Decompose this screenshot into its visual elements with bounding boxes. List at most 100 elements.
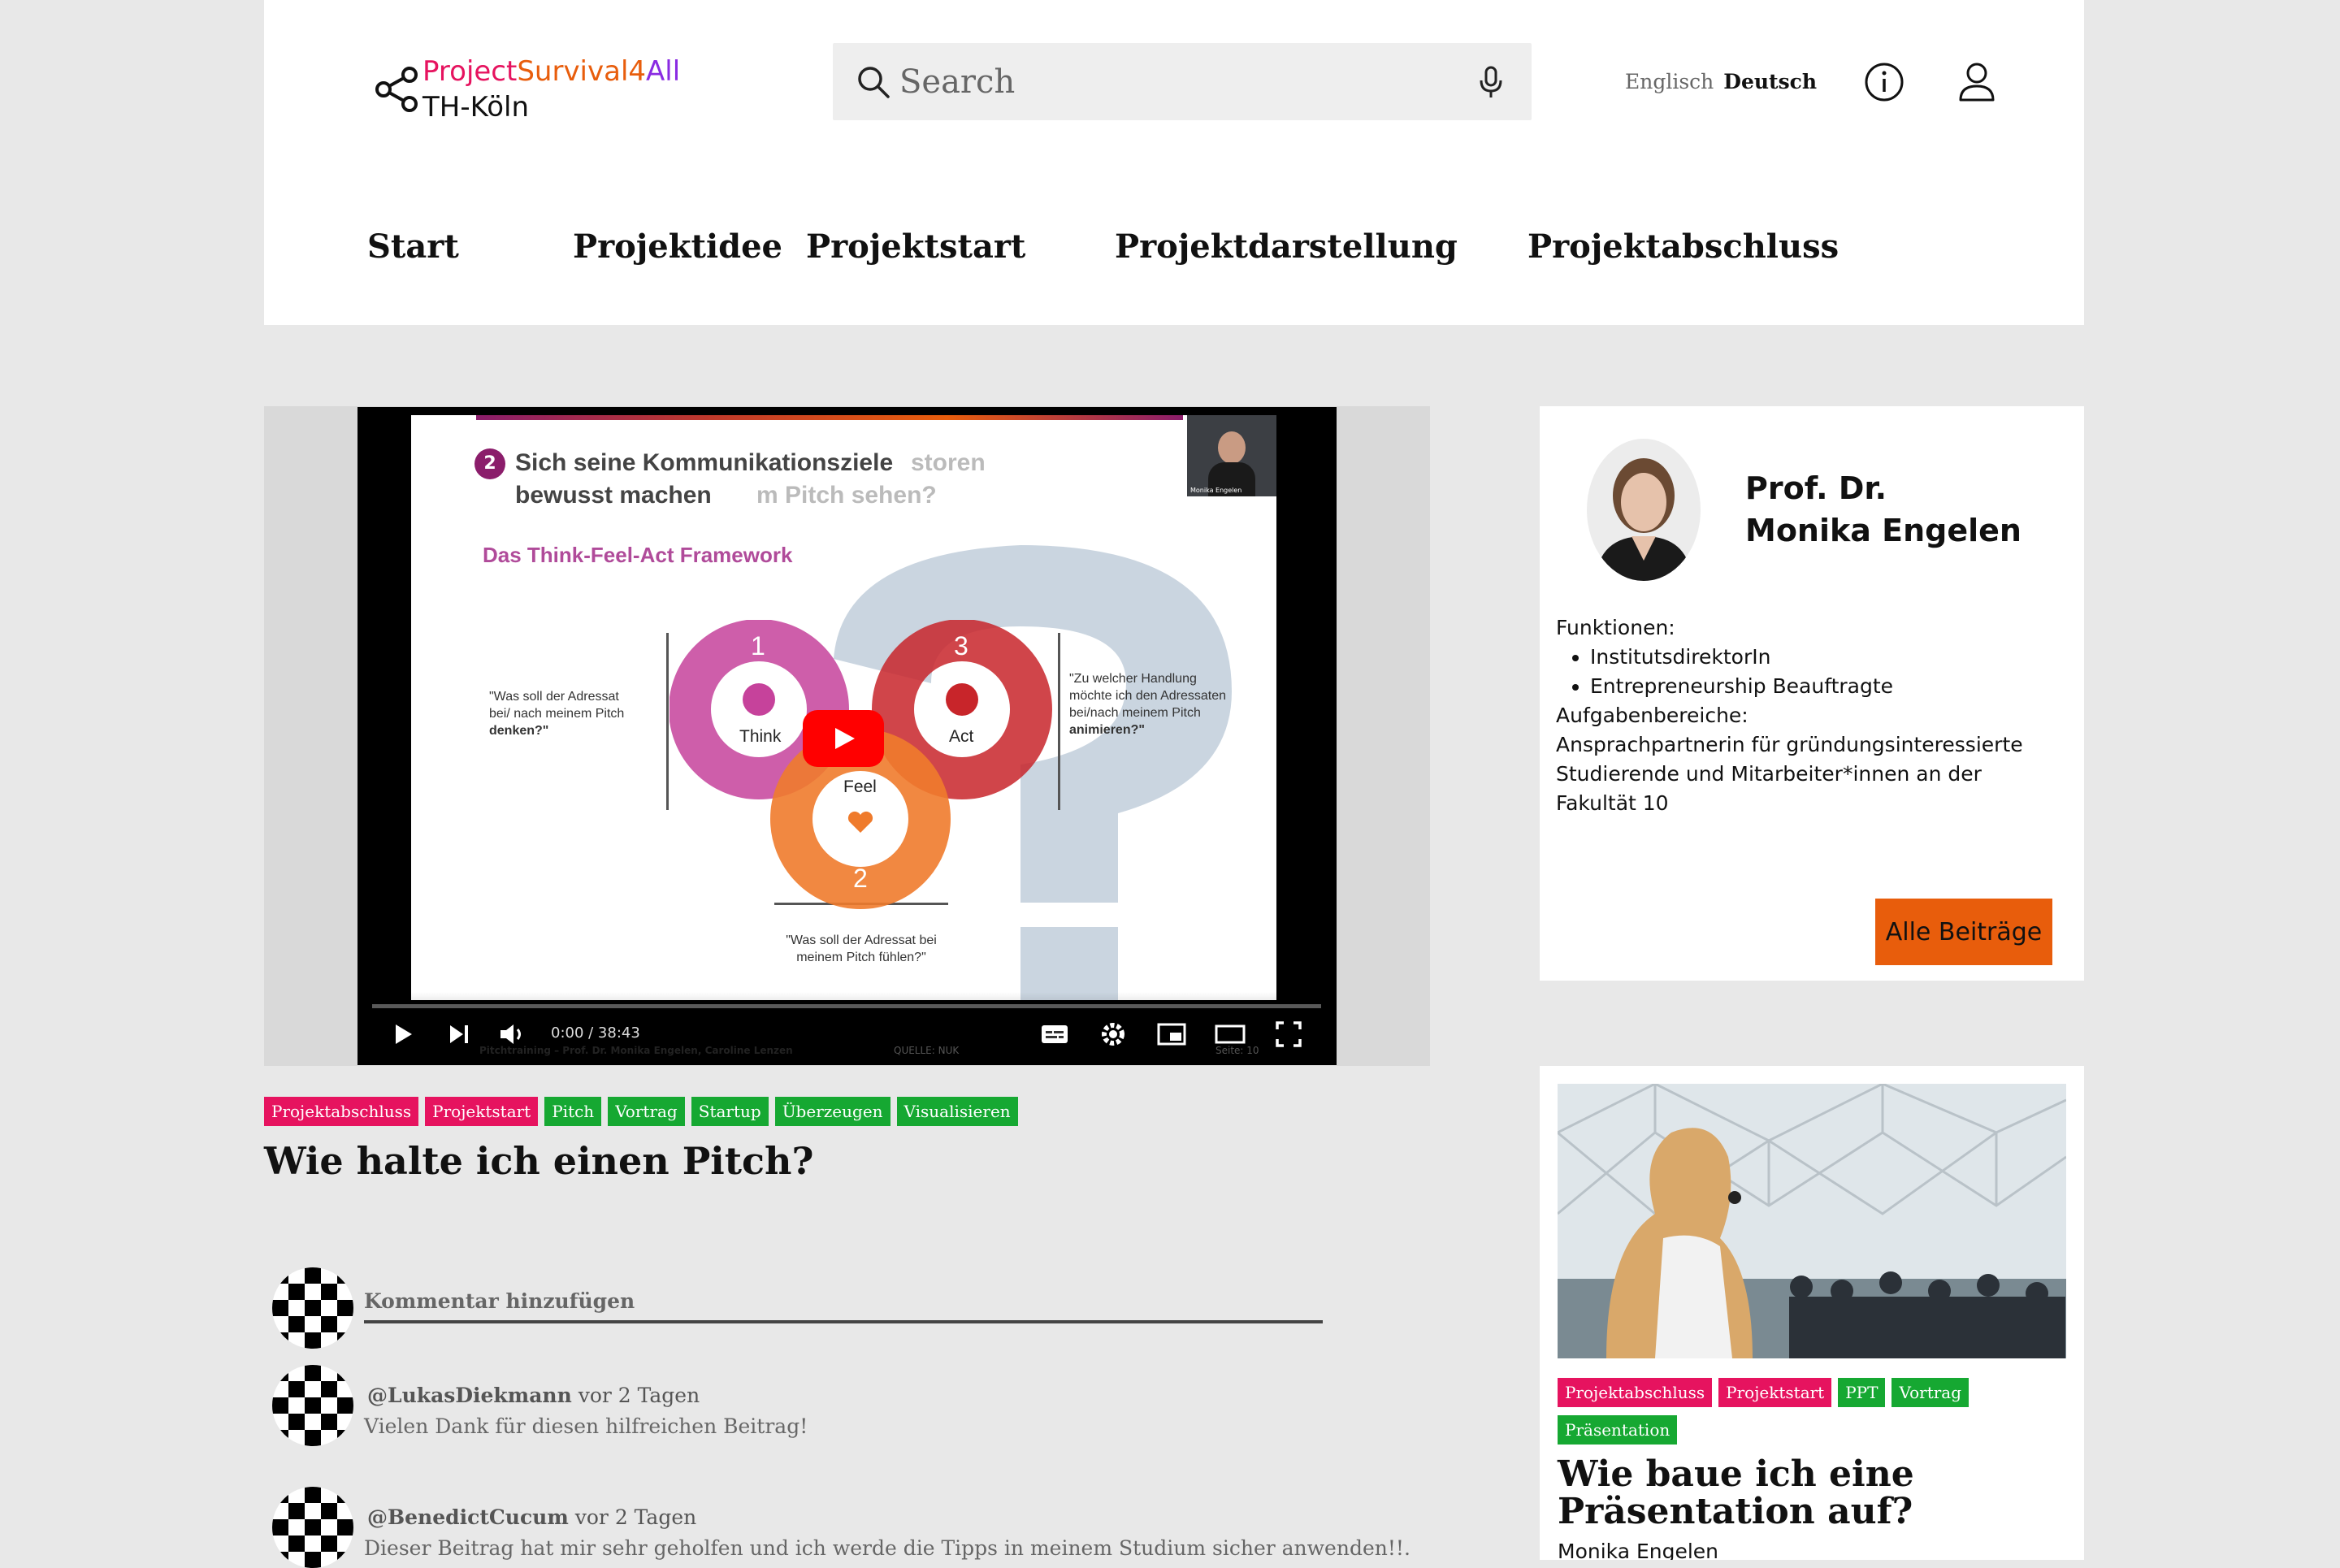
tag-visualisieren[interactable]: Visualisieren [896,1097,1018,1126]
video-player[interactable]: Monika Engelen 2 Sich seine Kommunikatio… [358,407,1337,1065]
think-q3: denken?" [489,724,549,738]
video-progress-bar[interactable] [372,1004,1321,1008]
tag-projektstart[interactable]: Projektstart [425,1097,539,1126]
video-frame: Monika Engelen 2 Sich seine Kommunikatio… [411,415,1276,1000]
search-input[interactable] [898,58,1454,106]
article-title[interactable]: Wie baue ich eine Präsentation auf? [1558,1456,2069,1531]
search-bar [833,43,1532,120]
act-question: "Zu welcher Handlung möchte ich den Adre… [1069,670,1226,739]
author-name-line2: Monika Engelen [1745,513,2022,548]
think-number: 1 [751,631,765,661]
comment-time: vor 2 Tagen [578,1384,700,1407]
slide-color-bar [476,415,1183,420]
microphone-icon[interactable] [1475,64,1507,100]
webcam-label: Monika Engelen [1190,487,1242,494]
author-card: Prof. Dr. Monika Engelen Funktionen: Ins… [1540,406,2084,981]
act-number: 3 [954,631,968,661]
feel-number: 2 [853,864,868,893]
tag-projektabschluss[interactable]: Projektabschluss [1558,1378,1713,1407]
comment-text: Vielen Dank für diesen hilfreichen Beitr… [364,1414,808,1438]
areas-text: Ansprachpartnerin für gründungsinteressi… [1556,733,2023,815]
act-q3: bei/nach meinem Pitch [1069,706,1201,720]
comment-header: @BenedictCucum vor 2 Tagen [367,1505,696,1529]
act-q1: "Zu welcher Handlung [1069,672,1197,686]
settings-gear-icon[interactable] [1097,1018,1129,1050]
lang-german[interactable]: Deutsch [1723,70,1817,93]
nav-projektidee[interactable]: Projektidee [573,227,782,266]
functions-list: InstitutsdirektorIn Entrepreneurship Bea… [1556,643,2068,701]
comment-user[interactable]: @LukasDiekmann [367,1384,572,1407]
lang-english[interactable]: Englisch [1625,70,1714,93]
comment-input[interactable] [364,1281,1323,1323]
tag-vortrag[interactable]: Vortrag [1892,1378,1970,1407]
webcam-overlay: Monika Engelen [1187,415,1276,496]
play-icon[interactable] [386,1018,418,1050]
think-question: "Was soll der Adressat bei/ nach meinem … [489,688,624,739]
slide-ghost-1: storen [911,449,986,476]
subtitles-icon[interactable] [1038,1018,1071,1050]
comment-user[interactable]: @BenedictCucum [367,1505,569,1529]
slide-ghost-2: m Pitch sehen? [756,482,937,509]
think-label: Think [739,727,782,746]
tag-projektabschluss[interactable]: Projektabschluss [264,1097,419,1126]
article-image[interactable] [1558,1084,2066,1358]
function-item: Entrepreneurship Beauftragte [1590,672,2068,701]
theater-mode-icon[interactable] [1214,1018,1246,1050]
nav-projektstart[interactable]: Projektstart [806,227,1025,266]
slide-title-2: bewusst machen [515,482,712,509]
post-title: Wie halte ich einen Pitch? [264,1139,814,1183]
fullscreen-icon[interactable] [1272,1018,1305,1050]
slide-divider-left [666,633,669,810]
slide-title-1: Sich seine Kommunikationsziele [515,449,894,476]
play-icon [835,728,855,749]
logo-subtitle: TH-Köln [422,91,530,123]
feel-label: Feel [843,778,877,796]
slide-subtitle: Das Think-Feel-Act Framework [483,543,793,567]
language-switcher: Englisch Deutsch [1625,70,1817,93]
avatar [272,1365,353,1446]
author-photo [1587,439,1701,581]
related-article-card[interactable]: Projektabschluss Projektstart PPT Vortrag Pr… [1540,1066,2084,1560]
slide-source: QUELLE: NUK [894,1045,960,1056]
logo-title: ProjectSurvival4All [422,55,680,88]
user-icon[interactable] [1954,59,2000,105]
think-q2: bei/ nach meinem Pitch [489,707,625,721]
tag-ppt[interactable]: PPT [1838,1378,1886,1407]
nav-projektabschluss[interactable]: Projektabschluss [1528,227,1839,266]
functions-label: Funktionen: [1556,616,1675,639]
areas-label: Aufgabenbereiche: [1556,704,1748,727]
tag-projektstart[interactable]: Projektstart [1718,1378,1832,1407]
tag-pitch[interactable]: Pitch [544,1097,602,1126]
function-item: InstitutsdirektorIn [1590,643,2068,672]
comment-text: Dieser Beitrag hat mir sehr geholfen und… [364,1536,1410,1560]
act-q2: möchte ich den Adressaten [1069,689,1227,703]
tag-vortrag[interactable]: Vortrag [608,1097,685,1126]
tag-praesentation[interactable]: Präsentation [1558,1415,1678,1445]
volume-icon[interactable] [496,1018,528,1050]
tag-startup[interactable]: Startup [691,1097,769,1126]
next-icon[interactable] [443,1018,475,1050]
nav-start[interactable]: Start [367,227,459,266]
all-posts-button[interactable]: Alle Beiträge [1875,899,2052,965]
video-time: 0:00 / 38:43 [551,1024,640,1042]
author-info: Funktionen: InstitutsdirektorIn Entrepre… [1556,613,2068,818]
feel-q1: "Was soll der Adressat bei [786,933,937,947]
feel-question: "Was soll der Adressat bei meinem Pitch … [774,932,948,966]
info-icon[interactable] [1863,61,1905,103]
author-name: Prof. Dr. Monika Engelen [1745,467,2022,552]
article-tags: Projektabschluss Projektstart PPT Vortrag Pr… [1558,1378,2069,1453]
play-overlay-button[interactable] [803,710,884,767]
logo-survival: Survival4 [517,55,647,88]
post-tags: Projektabschluss Projektstart Pitch Vortrag… [264,1097,1025,1126]
search-icon[interactable] [856,64,891,100]
feel-q2: meinem Pitch fühlen?" [796,951,926,964]
miniplayer-icon[interactable] [1155,1018,1188,1050]
tag-ueberzeugen[interactable]: Überzeugen [774,1097,890,1126]
slide-number: 2 [474,448,505,479]
site-logo[interactable]: ProjectSurvival4All TH-Köln [374,55,682,128]
share-icon [375,67,418,112]
nav-projektdarstellung[interactable]: Projektdarstellung [1115,227,1458,266]
logo-project: Project [422,55,518,88]
avatar [272,1267,353,1349]
article-author: Monika Engelen [1558,1540,1719,1560]
